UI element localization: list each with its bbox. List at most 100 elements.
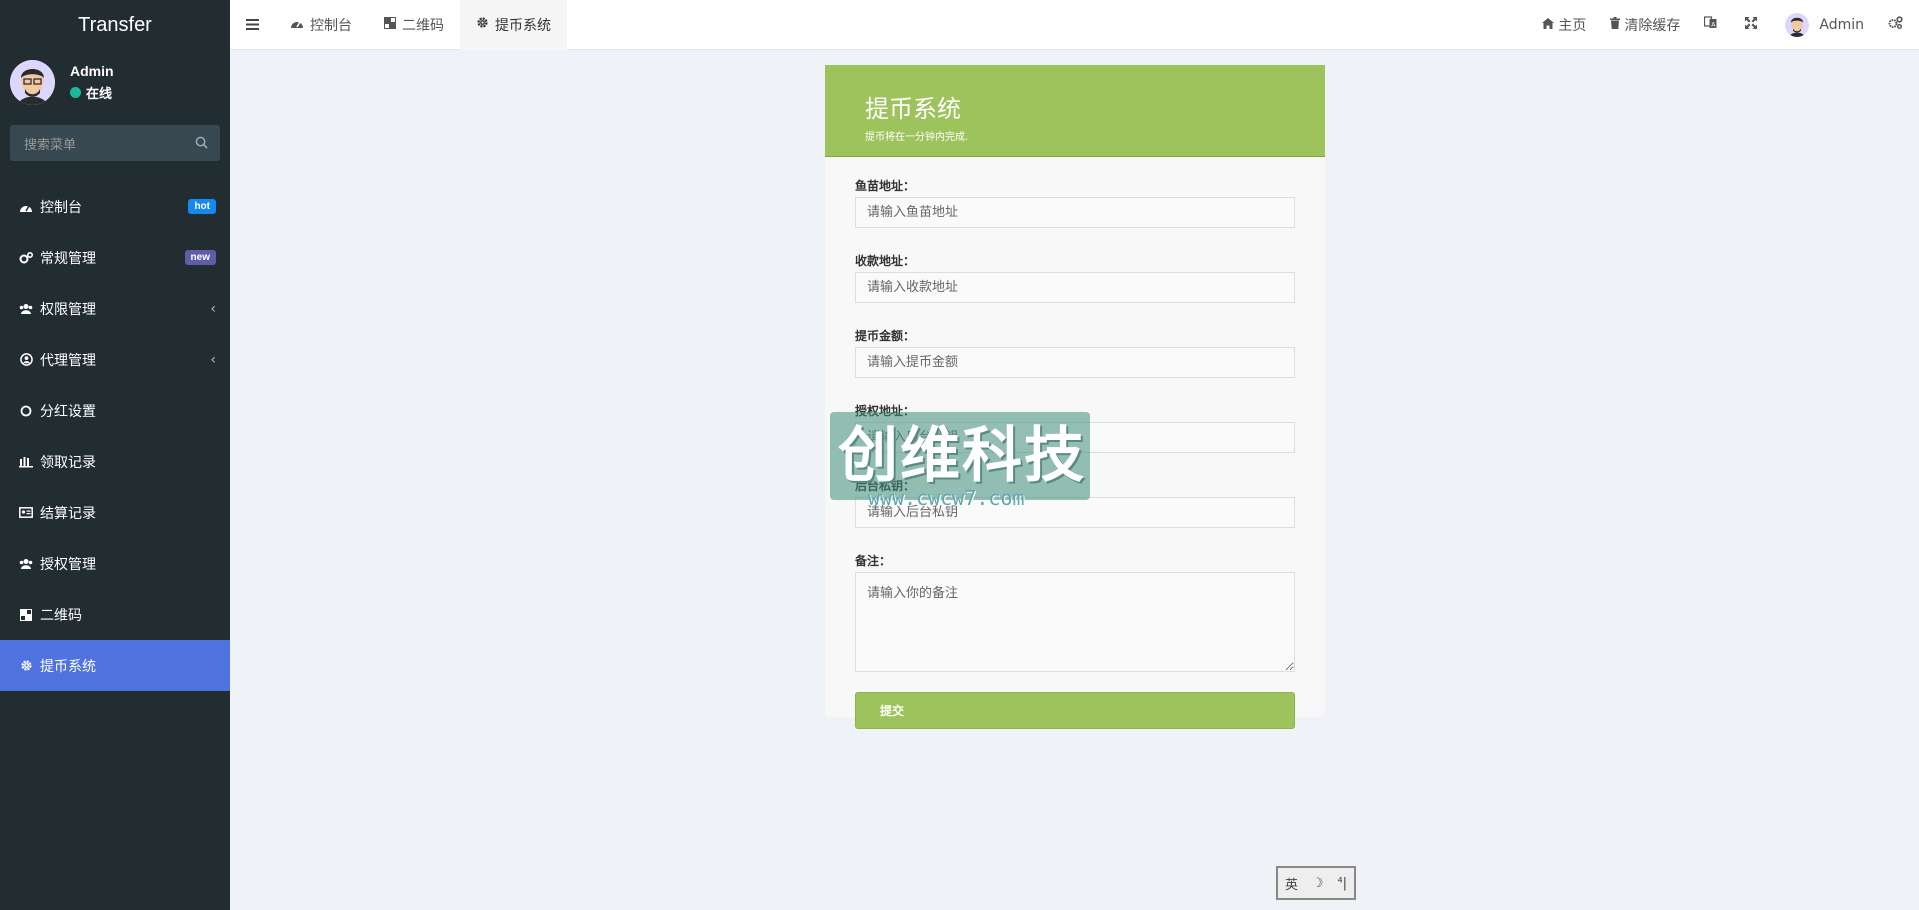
- sidebar-item-settlement-records[interactable]: 结算记录: [0, 487, 230, 538]
- menu-icon: [245, 15, 259, 34]
- sidebar-item-label: 常规管理: [40, 250, 96, 267]
- sidebar-item-qrcode[interactable]: 二维码: [0, 589, 230, 640]
- search-icon[interactable]: [195, 134, 208, 153]
- user-circle-icon: [18, 352, 34, 368]
- clear-cache-label: 清除缓存: [1624, 17, 1681, 34]
- brand-logo[interactable]: Transfer: [0, 0, 230, 50]
- page-title: 提币系统: [865, 95, 961, 123]
- punctuation-icon[interactable]: ⁴|: [1337, 876, 1347, 891]
- page-subtitle: 提币将在一分钟内完成.: [865, 132, 969, 143]
- sidebar-item-label: 结算记录: [40, 505, 96, 522]
- hot-badge: hot: [188, 199, 216, 214]
- gear-icon: [18, 658, 34, 674]
- sidebar-item-permissions[interactable]: 权限管理 ‹: [0, 283, 230, 334]
- sidebar-item-dashboard[interactable]: 控制台 hot: [0, 181, 230, 232]
- sidebar-item-label: 领取记录: [40, 454, 96, 471]
- sidebar-item-withdraw[interactable]: 提币系统: [0, 640, 230, 691]
- fish-address-group: 鱼苗地址：: [855, 177, 1295, 228]
- settings-button[interactable]: [1876, 0, 1919, 50]
- receive-address-label: 收款地址：: [855, 254, 916, 268]
- language-button[interactable]: A: [1692, 0, 1733, 50]
- card-header: 提币系统 提币将在一分钟内完成.: [825, 65, 1325, 157]
- qrcode-icon: [18, 607, 34, 623]
- sidebar-item-label: 控制台: [40, 199, 82, 216]
- tab-dashboard[interactable]: 控制台: [274, 0, 368, 50]
- bars-icon: [18, 454, 34, 470]
- language-icon: A: [1704, 16, 1721, 33]
- private-key-input[interactable]: [855, 497, 1295, 528]
- menu-search-input[interactable]: 搜索菜单: [10, 125, 220, 161]
- chevron-left-icon[interactable]: ‹: [210, 301, 216, 317]
- private-key-group: 后台私钥：: [855, 477, 1295, 528]
- sidebar-item-authorization[interactable]: 授权管理: [0, 538, 230, 589]
- sidebar-menu: 控制台 hot 常规管理 new 权限管理 ‹ 代理管理 ‹ 分红设置 领取记录: [0, 181, 230, 691]
- new-badge: new: [184, 250, 216, 265]
- fish-address-label: 鱼苗地址：: [855, 179, 916, 193]
- private-key-label: 后台私钥：: [855, 479, 916, 493]
- user-panel: Admin 在线: [0, 50, 230, 115]
- menu-search-placeholder[interactable]: 搜索菜单: [24, 134, 76, 153]
- sidebar-item-agents[interactable]: 代理管理 ‹: [0, 334, 230, 385]
- fish-address-input[interactable]: [855, 197, 1295, 228]
- avatar: [10, 60, 55, 105]
- submit-button[interactable]: 提交: [855, 692, 1295, 729]
- note-textarea[interactable]: [855, 572, 1295, 672]
- tab-qrcode[interactable]: 二维码: [368, 0, 460, 50]
- clear-cache-button[interactable]: 清除缓存: [1598, 0, 1692, 50]
- user-status-label: 在线: [86, 86, 113, 101]
- sidebar-item-label: 权限管理: [40, 301, 96, 318]
- sidebar-item-general[interactable]: 常规管理 new: [0, 232, 230, 283]
- receive-address-group: 收款地址：: [855, 252, 1295, 303]
- sidebar-item-label: 授权管理: [40, 556, 96, 573]
- expand-icon: [1745, 16, 1761, 33]
- avatar: [1785, 12, 1810, 37]
- cogs-icon: [18, 250, 34, 266]
- moon-icon[interactable]: ☽: [1312, 876, 1324, 891]
- home-link[interactable]: 主页: [1530, 0, 1598, 50]
- trash-icon: [1610, 16, 1624, 33]
- withdraw-amount-group: 提币金额：: [855, 327, 1295, 378]
- auth-address-group: 授权地址：: [855, 402, 1295, 453]
- note-label: 备注：: [855, 554, 892, 568]
- withdraw-form-card: 提币系统 提币将在一分钟内完成. 鱼苗地址： 收款地址： 提币金额： 授权地址：…: [825, 65, 1325, 729]
- circle-icon: [18, 403, 34, 419]
- withdraw-amount-label: 提币金额：: [855, 329, 916, 343]
- sidebar-item-label: 分红设置: [40, 403, 96, 420]
- dashboard-icon: [290, 17, 310, 33]
- top-navbar: 控制台 二维码 提币系统 主页 清除缓存 A Admin: [230, 0, 1919, 50]
- home-icon: [1542, 17, 1558, 33]
- chevron-left-icon[interactable]: ‹: [210, 352, 216, 368]
- group-icon: [18, 556, 34, 572]
- sidebar-item-label: 提币系统: [40, 658, 96, 675]
- receive-address-input[interactable]: [855, 272, 1295, 303]
- qrcode-icon: [384, 16, 402, 33]
- cogs-icon: [1888, 16, 1907, 33]
- group-icon: [18, 301, 34, 317]
- note-group: 备注：: [855, 552, 1295, 676]
- ime-mode-label[interactable]: 英: [1285, 874, 1298, 893]
- home-label: 主页: [1558, 17, 1587, 34]
- online-dot-icon: [70, 87, 81, 98]
- tab-label: 二维码: [402, 17, 444, 34]
- tab-label: 提币系统: [495, 17, 551, 34]
- sidebar-toggle-button[interactable]: [230, 0, 274, 50]
- id-card-icon: [18, 505, 34, 521]
- sidebar-item-claim-records[interactable]: 领取记录: [0, 436, 230, 487]
- fullscreen-button[interactable]: [1733, 0, 1773, 50]
- form-body: 鱼苗地址： 收款地址： 提币金额： 授权地址： 后台私钥： 备注： 提交: [825, 157, 1325, 729]
- auth-address-label: 授权地址：: [855, 404, 916, 418]
- navbar-right: 主页 清除缓存 A Admin: [1530, 0, 1919, 50]
- withdraw-amount-input[interactable]: [855, 347, 1295, 378]
- sidebar-item-label: 代理管理: [40, 352, 96, 369]
- sidebar-item-dividend[interactable]: 分红设置: [0, 385, 230, 436]
- user-status: 在线: [70, 83, 114, 102]
- tab-label: 控制台: [310, 17, 352, 34]
- sidebar-item-label: 二维码: [40, 607, 82, 624]
- user-menu[interactable]: Admin: [1773, 0, 1876, 50]
- sidebar: Transfer Admin 在线 搜索菜单 控制台 hot 常规管理 new …: [0, 0, 230, 910]
- ime-toolbar[interactable]: 英 ☽ ⁴|: [1276, 866, 1356, 900]
- gear-icon: [476, 16, 495, 33]
- dashboard-icon: [18, 199, 34, 215]
- auth-address-input[interactable]: [855, 422, 1295, 453]
- tab-withdraw[interactable]: 提币系统: [460, 0, 567, 50]
